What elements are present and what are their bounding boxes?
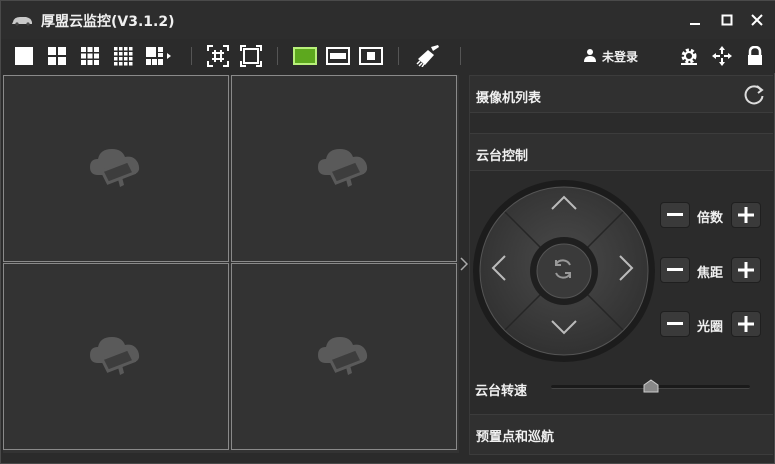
ptz-speed-label: 云台转速	[475, 384, 528, 399]
fit-window-icon	[207, 45, 229, 67]
user-icon	[584, 49, 596, 62]
network-icon	[712, 46, 732, 66]
app-title: 厚盟云监控(V3.1.2)	[41, 14, 175, 30]
preset-header[interactable]: 预置点和巡航	[470, 414, 773, 455]
layout-4-button[interactable]	[45, 44, 69, 68]
layout-16-button[interactable]	[111, 44, 135, 68]
broom-icon	[416, 45, 439, 67]
lock-icon	[748, 46, 762, 65]
maximize-button[interactable]	[713, 7, 741, 33]
iris-open-button[interactable]	[731, 311, 761, 337]
video-cell[interactable]	[231, 75, 457, 262]
toolbar-separator	[191, 47, 192, 65]
preset-title: 预置点和巡航	[476, 430, 555, 445]
zoom-label: 倍数	[697, 211, 724, 226]
cloud-camera-icon	[318, 336, 368, 375]
video-cell[interactable]	[3, 263, 229, 450]
login-status[interactable]: 未登录	[602, 48, 638, 65]
slider-thumb-icon[interactable]	[643, 379, 659, 393]
camera-list-title: 摄像机列表	[476, 91, 542, 106]
ptz-reset-icon[interactable]	[551, 257, 575, 281]
stream-single-button[interactable]	[359, 44, 383, 68]
plus-icon	[738, 207, 754, 223]
layout-4-icon	[48, 47, 66, 65]
layout-1-button[interactable]	[12, 44, 36, 68]
stream-main-button[interactable]	[293, 44, 317, 68]
cloud-camera-icon	[318, 148, 368, 187]
stream-wide-button[interactable]	[326, 44, 350, 68]
video-cell[interactable]	[231, 263, 457, 450]
zoom-out-button[interactable]	[660, 202, 690, 228]
minus-icon	[667, 322, 683, 325]
settings-button[interactable]	[677, 44, 701, 68]
stream-wide-icon	[326, 47, 350, 65]
fullscreen-button[interactable]	[239, 44, 263, 68]
plus-icon	[738, 262, 754, 278]
focus-out-button[interactable]	[660, 257, 690, 283]
camera-logo-icon	[12, 17, 32, 26]
close-icon	[751, 14, 763, 26]
fit-window-button[interactable]	[206, 44, 230, 68]
close-button[interactable]	[743, 7, 771, 33]
toolbar-separator	[460, 47, 461, 65]
minimize-icon	[690, 23, 700, 25]
toolbar-separator	[398, 47, 399, 65]
iris-close-button[interactable]	[660, 311, 690, 337]
ptz-title: 云台控制	[476, 149, 529, 164]
panel-collapse-icon[interactable]	[460, 257, 468, 271]
toolbar: 未登录	[1, 39, 775, 73]
ptz-up-icon[interactable]	[549, 193, 579, 213]
layout-9-button[interactable]	[78, 44, 102, 68]
toolbar-separator	[277, 47, 278, 65]
clear-button[interactable]	[416, 44, 440, 68]
settings-icon	[681, 48, 697, 65]
minus-icon	[667, 268, 683, 271]
maximize-icon	[721, 14, 733, 26]
plus-icon	[738, 316, 754, 332]
ptz-header[interactable]: 云台控制	[470, 133, 773, 171]
stream-main-icon	[293, 47, 317, 65]
cloud-camera-icon	[90, 148, 140, 187]
camera-list-header[interactable]: 摄像机列表	[470, 75, 773, 113]
refresh-icon[interactable]	[743, 84, 765, 106]
ptz-left-icon[interactable]	[489, 253, 509, 283]
minus-icon	[667, 213, 683, 216]
ptz-right-icon[interactable]	[616, 253, 636, 283]
layout-9-icon	[81, 47, 99, 65]
network-button[interactable]	[710, 44, 734, 68]
lock-button[interactable]	[743, 44, 767, 68]
layout-1-icon	[15, 47, 33, 65]
zoom-in-button[interactable]	[731, 202, 761, 228]
focus-in-button[interactable]	[731, 257, 761, 283]
cloud-camera-icon	[90, 336, 140, 375]
focus-label: 焦距	[697, 266, 724, 281]
minimize-button[interactable]	[681, 7, 709, 33]
fullscreen-icon	[240, 45, 262, 67]
layout-custom-button[interactable]	[144, 44, 174, 68]
title-bar[interactable]: 厚盟云监控(V3.1.2)	[1, 1, 775, 39]
layout-custom-icon	[146, 47, 171, 65]
stream-single-icon	[359, 47, 383, 65]
app-window: 厚盟云监控(V3.1.2) 未登录 摄像机列表 云台控制 预置点和巡航 倍数 焦…	[0, 0, 775, 464]
video-cell[interactable]	[3, 75, 229, 262]
ptz-down-icon[interactable]	[549, 317, 579, 337]
layout-16-icon	[114, 47, 133, 66]
iris-label: 光圈	[697, 320, 724, 335]
